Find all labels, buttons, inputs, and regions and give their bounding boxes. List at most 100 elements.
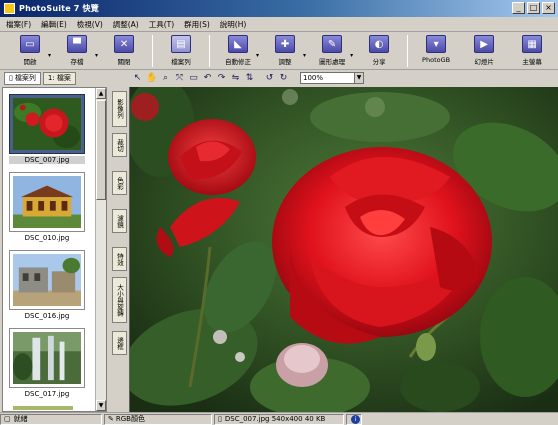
status-ready: ▢ 就緒 xyxy=(0,413,102,425)
color-mode-icon: ✎ xyxy=(108,415,114,423)
thumbnail-partial xyxy=(13,406,73,410)
menu-edit[interactable]: 編輯(E) xyxy=(41,19,67,30)
auto-fix-icon: ◣ xyxy=(228,35,249,53)
title-bar: PhotoSuite 7 快覽 _ □ × xyxy=(0,0,558,17)
window-controls: _ □ × xyxy=(512,2,555,14)
thumbnail-caption: DSC_010.jpg xyxy=(24,234,70,242)
adjust-button[interactable]: ✚ 調整 xyxy=(261,32,309,66)
side-tab-border[interactable]: 邊框 xyxy=(112,331,127,355)
thumbnail-item[interactable]: DSC_016.jpg xyxy=(9,250,85,320)
document-icon: ▯ xyxy=(9,74,13,82)
pointer-icon[interactable]: ↖ xyxy=(132,73,143,84)
effects-button[interactable]: ✎ 圖形處理 xyxy=(308,32,356,66)
home-button[interactable]: ▦ 主螢幕 xyxy=(508,32,556,66)
filmstrip-icon: ▤ xyxy=(171,35,192,53)
side-tab-filter[interactable]: 濾鏡 xyxy=(112,209,127,233)
minimize-button[interactable]: _ xyxy=(512,2,525,14)
scroll-down-icon[interactable]: ▼ xyxy=(96,400,106,411)
rotate-left-icon[interactable]: ↶ xyxy=(202,73,213,84)
save-icon: ▀ xyxy=(67,35,88,53)
status-info[interactable]: i xyxy=(346,413,362,425)
thumbnail-caption: DSC_016.jpg xyxy=(24,312,70,320)
zoom-select[interactable]: 100% ▼ xyxy=(300,72,364,84)
chevron-down-icon: ▼ xyxy=(354,73,363,83)
effects-icon: ✎ xyxy=(322,35,343,53)
auto-fix-button[interactable]: ◣ 自動修正 xyxy=(214,32,262,66)
thumbnail-image xyxy=(13,98,81,150)
side-tab-crop[interactable]: 裁切 xyxy=(112,133,127,157)
scroll-up-icon[interactable]: ▲ xyxy=(96,88,106,99)
thumbnail-image xyxy=(13,176,81,228)
auto-fix-dropdown-icon[interactable]: ▾ xyxy=(256,52,259,59)
photogb-button[interactable]: ▾ PhotoGB xyxy=(412,32,460,64)
side-tab-effects[interactable]: 特效 xyxy=(112,247,127,271)
toolbar-divider xyxy=(152,35,154,67)
select-rect-icon[interactable]: ▭ xyxy=(188,73,199,84)
hand-icon[interactable]: ✋ xyxy=(146,73,157,84)
menu-view[interactable]: 檢視(V) xyxy=(77,19,103,30)
thumbnail-panel: DSC_007.jpg DSC_010.jpg DSC_016.jpg DSC_… xyxy=(2,87,107,412)
side-tab-filmstrip[interactable]: 影像列 xyxy=(112,91,127,127)
menu-file[interactable]: 檔案(F) xyxy=(6,19,31,30)
thumbnail-item[interactable]: DSC_017.jpg xyxy=(9,328,85,398)
menu-adjust[interactable]: 調整(A) xyxy=(113,19,139,30)
photogb-icon: ▾ xyxy=(426,35,447,53)
photo-canvas[interactable] xyxy=(129,87,558,412)
menu-help[interactable]: 說明(H) xyxy=(220,19,247,30)
thumbnail-image xyxy=(13,254,81,306)
info-icon: i xyxy=(351,414,360,424)
toolbar-divider xyxy=(209,35,211,67)
fit-icon[interactable]: ⤧ xyxy=(174,73,185,84)
scroll-thumb[interactable] xyxy=(96,100,106,200)
open-icon: ▭ xyxy=(20,35,40,53)
close-button[interactable]: × xyxy=(542,2,555,14)
adjust-dropdown-icon[interactable]: ▾ xyxy=(303,52,306,59)
slideshow-icon: ▶ xyxy=(474,35,495,53)
thumbnail-item[interactable]: DSC_007.jpg xyxy=(9,94,85,164)
secondary-row: ▯ 檔案列 1: 檔案 ↖ ✋ ⌕ ⤧ ▭ ↶ ↷ ⇋ ⇅ ↺ ↻ 100% ▼ xyxy=(0,70,558,86)
side-tabs: 影像列 裁切 色彩 濾鏡 特效 大小與旋轉 邊框 xyxy=(110,87,128,412)
maximize-button[interactable]: □ xyxy=(527,2,540,14)
redo-icon[interactable]: ↻ xyxy=(278,73,289,84)
home-icon: ▦ xyxy=(522,35,543,53)
side-tab-color[interactable]: 色彩 xyxy=(112,171,127,195)
menu-share[interactable]: 群用(S) xyxy=(184,19,210,30)
main-toolbar: ▭ 開啟 ▾ ▀ 存檔 ▾ ✕ 關閉 ▤ 檔案列 ◣ 自動修正 ▾ ✚ 調整 ▾… xyxy=(0,32,558,70)
flip-horizontal-icon[interactable]: ⇋ xyxy=(230,73,241,84)
zoom-icon[interactable]: ⌕ xyxy=(160,73,171,84)
thumbnail-item[interactable]: DSC_010.jpg xyxy=(9,172,85,242)
save-button[interactable]: ▀ 存檔 xyxy=(53,32,101,66)
rotate-right-icon[interactable]: ↷ xyxy=(216,73,227,84)
adjust-icon: ✚ xyxy=(275,35,296,53)
share-icon: ◐ xyxy=(369,35,390,53)
thumbnail-caption: DSC_017.jpg xyxy=(24,390,70,398)
ready-icon: ▢ xyxy=(4,415,11,423)
menu-tools[interactable]: 工具(T) xyxy=(149,19,174,30)
thumbnail-scrollbar[interactable]: ▲ ▼ xyxy=(95,88,106,411)
close-doc-button[interactable]: ✕ 關閉 xyxy=(100,32,148,66)
window-title: PhotoSuite 7 快覽 xyxy=(19,4,99,13)
open-button[interactable]: ▭ 開啟 xyxy=(6,32,54,66)
file-icon: ▯ xyxy=(218,415,222,423)
side-tab-resize-rotate[interactable]: 大小與旋轉 xyxy=(112,277,127,323)
panel-tabs: ▯ 檔案列 1: 檔案 xyxy=(0,71,112,85)
filmstrip-button[interactable]: ▤ 檔案列 xyxy=(157,32,205,66)
undo-icon[interactable]: ↺ xyxy=(264,73,275,84)
app-icon xyxy=(4,3,15,14)
share-button[interactable]: ◐ 分享 xyxy=(355,32,403,66)
toolbar-divider xyxy=(407,35,409,67)
flip-vertical-icon[interactable]: ⇅ xyxy=(244,73,255,84)
slideshow-button[interactable]: ▶ 幻燈片 xyxy=(460,32,508,66)
thumbnail-caption: DSC_007.jpg xyxy=(9,156,85,164)
save-dropdown-icon[interactable]: ▾ xyxy=(95,52,98,59)
tab-filmstrip[interactable]: ▯ 檔案列 xyxy=(4,71,41,85)
status-bar: ▢ 就緒 ✎ RGB顏色 ▯ DSC_007.jpg 540x400 40 KB… xyxy=(0,412,558,425)
effects-dropdown-icon[interactable]: ▾ xyxy=(350,52,353,59)
close-doc-icon: ✕ xyxy=(114,35,135,53)
tools-toolbar: ↖ ✋ ⌕ ⤧ ▭ ↶ ↷ ⇋ ⇅ ↺ ↻ 100% ▼ xyxy=(112,72,364,84)
open-dropdown-icon[interactable]: ▾ xyxy=(48,52,51,59)
tab-file[interactable]: 1: 檔案 xyxy=(42,71,76,85)
photo-image xyxy=(130,87,558,412)
status-file-info: ▯ DSC_007.jpg 540x400 40 KB xyxy=(214,413,344,425)
status-color-mode: ✎ RGB顏色 xyxy=(104,413,212,425)
